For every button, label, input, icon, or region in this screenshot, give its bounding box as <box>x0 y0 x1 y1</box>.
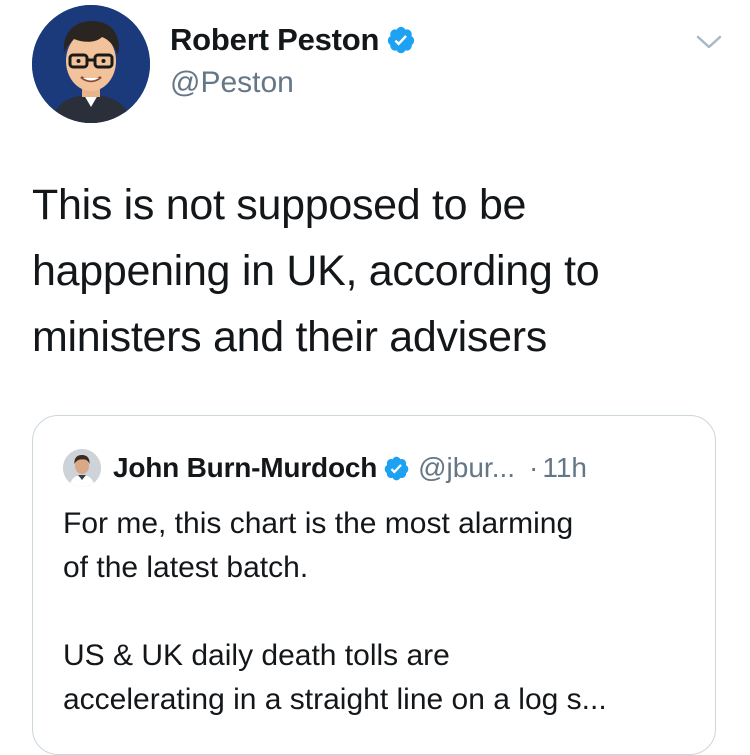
author-avatar[interactable] <box>32 5 150 123</box>
quoted-tweet-timestamp[interactable]: 11h <box>542 452 587 484</box>
quoted-tweet-card[interactable]: John Burn-Murdoch @jbur... · 11h For me,… <box>32 415 716 755</box>
tweet-text: This is not supposed to be happening in … <box>32 181 600 361</box>
quoted-author-name[interactable]: John Burn-Murdoch <box>113 452 377 484</box>
quoted-author-avatar <box>63 449 101 487</box>
quoted-tweet-header: John Burn-Murdoch @jbur... · 11h <box>63 446 587 490</box>
separator-dot: · <box>529 452 539 483</box>
author-name-row[interactable]: Robert Peston <box>170 22 416 58</box>
quoted-author-handle[interactable]: @jbur... <box>418 452 515 484</box>
verified-badge-icon <box>383 455 410 482</box>
author-handle[interactable]: @Peston <box>170 66 294 100</box>
author-name[interactable]: Robert Peston <box>170 22 379 58</box>
verified-badge-icon <box>386 25 416 55</box>
chevron-down-icon[interactable] <box>694 32 724 52</box>
quoted-tweet-text: For me, this chart is the most alarming … <box>63 507 607 716</box>
cartoon-portrait-avatar-icon <box>32 5 150 123</box>
